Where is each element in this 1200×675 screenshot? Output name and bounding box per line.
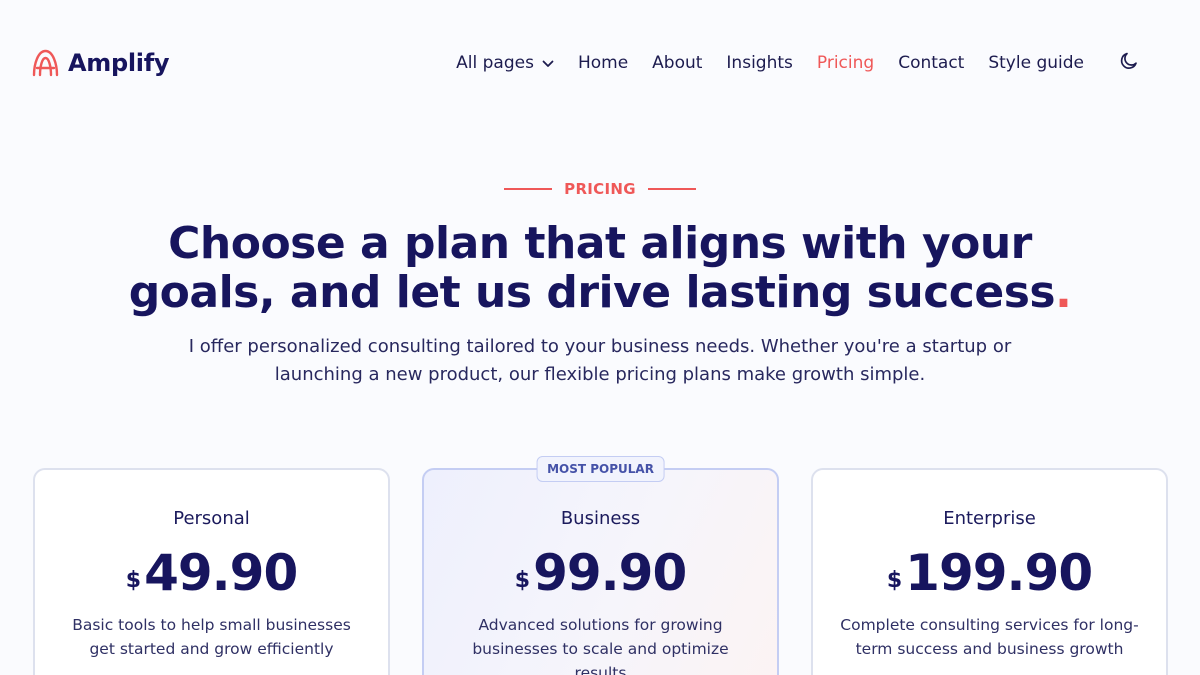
price-amount: 49.90 [144, 544, 298, 602]
eyebrow-line-left [504, 188, 553, 190]
most-popular-badge: MOST POPULAR [536, 456, 665, 482]
subtitle-line-1: I offer personalized consulting tailored… [188, 336, 1012, 357]
nav-all-pages[interactable]: All pages [456, 53, 554, 73]
price-amount: 99.90 [533, 544, 687, 602]
nav-home[interactable]: Home [578, 53, 628, 73]
nav-about[interactable]: About [652, 53, 702, 73]
moon-icon [1119, 51, 1139, 75]
nav-all-pages-label: All pages [456, 53, 534, 73]
price-amount: 199.90 [905, 544, 1093, 602]
plan-description: Advanced solutions for growing businesse… [472, 616, 729, 675]
main-nav: All pages Home About Insights Pricing Co… [456, 48, 1140, 78]
page-subtitle: I offer personalized consulting tailored… [150, 333, 1050, 389]
plan-price: $ 49.90 [35, 547, 388, 599]
plan-name: Enterprise [943, 508, 1036, 529]
nav-style-guide[interactable]: Style guide [988, 53, 1084, 73]
headline-line-1: Choose a plan that aligns with your [168, 218, 1032, 269]
page-title: Choose a plan that aligns with your goal… [100, 219, 1100, 317]
chevron-down-icon [542, 53, 554, 73]
pricing-card-business[interactable]: MOST POPULAR Business $ 99.90 Advanced s… [422, 456, 779, 675]
headline-line-2: goals, and let us drive lasting success [128, 267, 1056, 318]
amplify-logo-icon [31, 48, 60, 78]
pricing-card-personal[interactable]: Personal $ 49.90 Basic tools to help sma… [33, 468, 390, 675]
brand-logo[interactable]: Amplify [31, 45, 170, 81]
nav-contact[interactable]: Contact [898, 53, 964, 73]
price-currency: $ [125, 568, 142, 593]
plan-name: Personal [173, 508, 250, 529]
plan-name: Business [560, 508, 641, 529]
nav-pricing[interactable]: Pricing [817, 53, 874, 73]
headline-accent-dot: . [1055, 267, 1072, 318]
theme-toggle-button[interactable] [1118, 52, 1140, 74]
nav-insights[interactable]: Insights [726, 53, 792, 73]
brand-name: Amplify [68, 49, 170, 77]
plan-price: $ 199.90 [813, 547, 1166, 599]
plan-description: Basic tools to help small businesses get… [72, 616, 351, 658]
subtitle-line-2: launching a new product, our flexible pr… [274, 364, 926, 385]
site-header: Amplify All pages Home About Insights Pr… [0, 0, 1200, 125]
price-currency: $ [886, 568, 903, 593]
price-currency: $ [514, 568, 531, 593]
plan-price: $ 99.90 [424, 547, 777, 599]
pricing-card-enterprise[interactable]: Enterprise $ 199.90 Complete consulting … [811, 468, 1168, 675]
plan-description: Complete consulting services for long-te… [840, 616, 1139, 658]
eyebrow-label: PRICING [564, 180, 636, 198]
section-eyebrow: PRICING [0, 180, 1200, 198]
eyebrow-line-right [647, 188, 696, 190]
